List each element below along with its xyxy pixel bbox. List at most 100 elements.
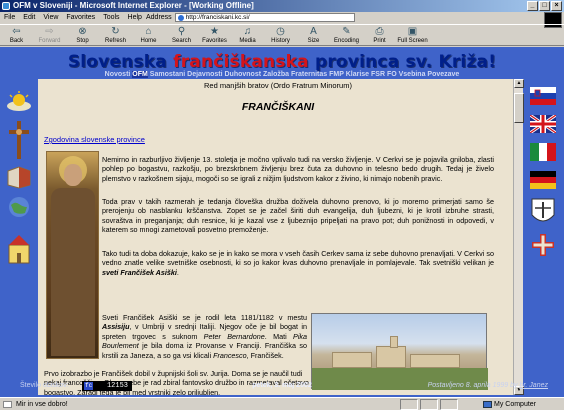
toolbar-favorites-button[interactable]: ★ Favorites — [198, 25, 231, 44]
media-icon: ♫ — [243, 26, 252, 37]
toolbar-label: Home — [140, 38, 157, 44]
scroll-up-button[interactable]: ▲ — [514, 79, 524, 88]
history-icon: ◷ — [276, 26, 285, 37]
paragraph-4: Sveti Frančišek Asiški se je rodil leta … — [102, 313, 307, 360]
toolbar-label: Forward — [38, 38, 61, 44]
menu-edit[interactable]: Edit — [19, 14, 39, 21]
author-link[interactable]: br. Janez — [519, 382, 548, 389]
toolbar-back-button[interactable]: ⇦ Back — [0, 25, 33, 44]
book-icon[interactable] — [6, 165, 32, 189]
toolbar-stop-button[interactable]: ⊗ Stop — [66, 25, 99, 44]
toolbar-search-button[interactable]: ⚲ Search — [165, 25, 198, 44]
menu-view[interactable]: View — [39, 14, 62, 21]
page-heading: FRANČIŠKANI — [241, 101, 315, 113]
fullscreen-icon: ▣ — [407, 26, 418, 37]
page-status-icon — [3, 401, 12, 408]
encoding-icon: ✎ — [342, 26, 351, 37]
franciscan-emblem-icon[interactable] — [530, 197, 556, 227]
address-value: http://franciskani.kc.si/ — [185, 14, 250, 21]
toolbar-label: Search — [171, 38, 191, 44]
menu-help[interactable]: Help — [124, 14, 146, 21]
p4-francesco: Francesco — [213, 350, 247, 360]
toolbar-label: Refresh — [104, 38, 126, 44]
flag-uk-icon[interactable] — [529, 113, 557, 135]
print-icon: ⎙ — [375, 26, 384, 37]
ie-icon — [2, 2, 10, 10]
assisi-photo — [311, 313, 488, 390]
order-line: Red manjših bratov (Ordo Fratrum Minorum… — [204, 81, 352, 90]
menu-tools[interactable]: Tools — [99, 14, 123, 21]
toolbar-media-button[interactable]: ♫ Media — [231, 25, 264, 44]
toolbar-label: Back — [9, 38, 24, 44]
toolbar-label: Stop — [76, 38, 89, 44]
church-icon[interactable] — [6, 233, 32, 265]
zone-indicator: My Computer — [482, 398, 536, 410]
vertical-scrollbar[interactable]: ▲ ▼ — [513, 79, 524, 395]
arrow-right-icon: ⇨ — [45, 26, 54, 37]
toolbar-label: Encoding — [333, 38, 360, 44]
page-icon — [177, 15, 184, 21]
menu-favorites[interactable]: Favorites — [62, 14, 99, 21]
status-cell — [420, 399, 438, 410]
home-icon: ⌂ — [145, 26, 152, 37]
paragraph-2: Toda prav v takih razmerah je tedanja čl… — [102, 197, 494, 235]
red-cross-icon[interactable] — [531, 233, 555, 257]
site-nav[interactable]: Novosti OFM Samostani Dejavnosti Duhovno… — [0, 71, 564, 78]
history-link[interactable]: Zgodovina slovenske province — [44, 135, 145, 144]
flag-italy-icon[interactable] — [530, 143, 556, 161]
flag-germany-icon[interactable] — [530, 171, 556, 189]
favorites-icon: ★ — [210, 26, 219, 37]
p4-e: . Mati — [264, 331, 294, 341]
text-size-icon: A — [310, 26, 317, 37]
arrow-left-icon: ⇦ — [12, 26, 21, 37]
window-title: OFM v Sloveniji - Microsoft Internet Exp… — [13, 1, 254, 10]
scroll-thumb[interactable] — [514, 93, 524, 123]
updated-text: Postavljeno 8. aprila 1999 by — [427, 382, 520, 389]
close-button[interactable]: × — [551, 1, 562, 11]
search-icon: ⚲ — [177, 26, 186, 37]
updated-note: Postavljeno 8. aprila 1999 by br. Janez — [428, 382, 548, 389]
paragraph-3-text: Tako tudi ta doba dokazuje, kako se je i… — [102, 249, 494, 268]
page-footer: Število obiskov: fc 12153 petek, 3. maj 2… — [0, 380, 564, 394]
toolbar-history-button[interactable]: ◷ History — [264, 25, 297, 44]
paragraph-3: Tako tudi ta doba dokazuje, kako se je i… — [102, 249, 494, 277]
saint-name: sveti Frančišek Asiški — [102, 267, 177, 277]
toolbar-size-button[interactable]: A Size — [297, 25, 330, 44]
minimize-button[interactable]: _ — [527, 1, 538, 11]
crucifix-icon[interactable] — [8, 121, 30, 159]
flag-slovenia-icon[interactable] — [530, 87, 556, 105]
globe-icon[interactable] — [5, 195, 33, 219]
page-content: Slovenska frančiškanska provinca sv. Kri… — [0, 47, 564, 397]
main-panel: Red manjših bratov (Ordo Fratrum Minorum… — [38, 79, 518, 395]
p4-a: Sveti Frančišek Asiški se je rodil leta … — [102, 313, 307, 322]
nav-ofm[interactable]: OFM — [132, 71, 148, 78]
sun-icon[interactable] — [6, 91, 32, 113]
toolbar-home-button[interactable]: ⌂ Home — [132, 25, 165, 44]
status-cell — [400, 399, 418, 410]
window-title-bar: OFM v Sloveniji - Microsoft Internet Exp… — [0, 0, 564, 12]
address-input[interactable]: http://franciskani.kc.si/ — [174, 13, 355, 22]
saint-francis-painting — [46, 151, 99, 359]
toolbar-label: Media — [239, 38, 256, 44]
toolbar-forward-button[interactable]: ⇨ Forward — [33, 25, 66, 44]
toolbar-label: History — [271, 38, 290, 44]
status-bar: Mir in vse dobro! My Computer — [0, 397, 564, 410]
maximize-button[interactable]: □ — [539, 1, 550, 11]
toolbar-encoding-button[interactable]: ✎ Encoding — [330, 25, 363, 44]
status-cell — [440, 399, 458, 410]
p4-assisi: Assisiju — [102, 322, 130, 332]
nav-novosti[interactable]: Novosti — [105, 71, 133, 78]
address-label: Address — [146, 14, 172, 21]
toolbar-full-screen-button[interactable]: ▣ Full Screen — [396, 25, 429, 44]
toolbar-label: Size — [307, 38, 320, 44]
toolbar: ⇦ Back ⇨ Forward ⊗ Stop ↻ Refresh ⌂ Home ⚲ Search ★ F… — [0, 24, 564, 46]
toolbar-label: Favorites — [202, 38, 227, 44]
toolbar-print-button[interactable]: ⎙ Print — [363, 25, 396, 44]
paragraph-1: Nemirno in razburljivo življenje 13. sto… — [102, 155, 494, 183]
toolbar-refresh-button[interactable]: ↻ Refresh — [99, 25, 132, 44]
status-text: Mir in vse dobro! — [16, 401, 68, 408]
refresh-icon: ↻ — [111, 26, 120, 37]
menu-file[interactable]: File — [0, 14, 19, 21]
nav-rest[interactable]: Samostani Dejavnosti Duhovnost Založba F… — [148, 71, 460, 78]
address-bar: Address http://franciskani.kc.si/ — [146, 13, 355, 22]
